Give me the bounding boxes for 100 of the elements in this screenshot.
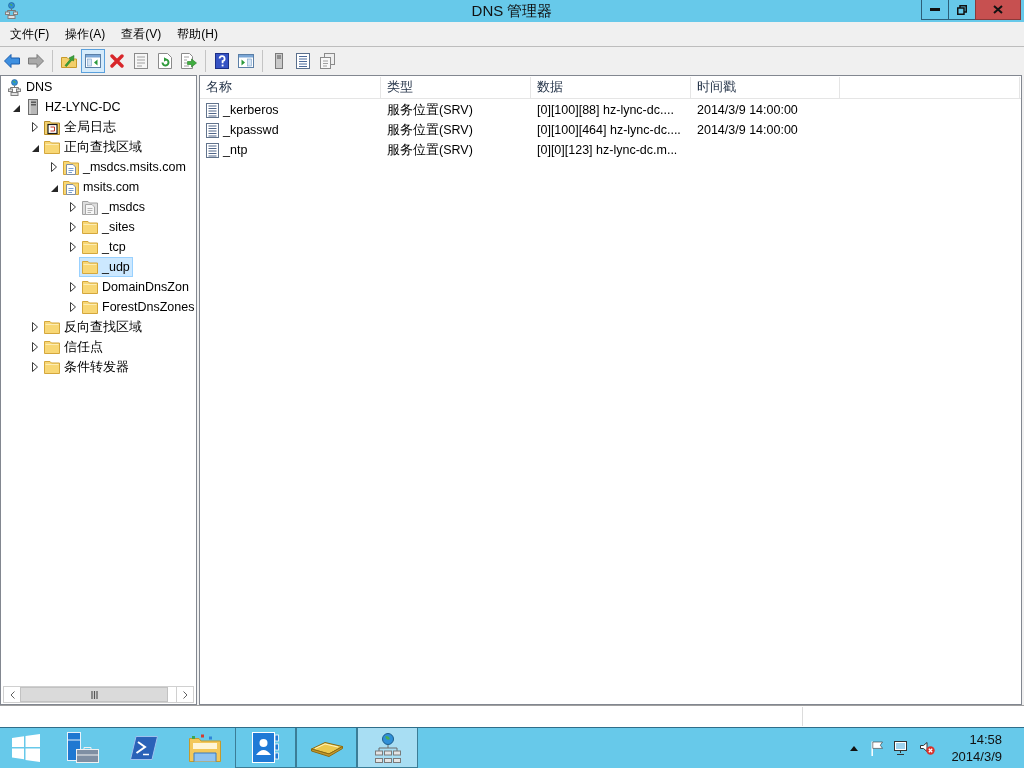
column-header[interactable]: 数据	[531, 77, 691, 98]
left-chevron-icon[interactable]	[9, 690, 15, 699]
folder-icon[interactable]	[82, 240, 98, 254]
taskbar-button[interactable]	[357, 728, 418, 768]
taskbar-button[interactable]	[235, 728, 296, 768]
network-globe-icon	[5, 2, 18, 19]
server-tower-icon[interactable]	[275, 52, 283, 69]
tree-item[interactable]: ForestDnsZones	[79, 297, 196, 317]
collapsed-triangle-icon[interactable]	[70, 202, 76, 212]
expanded-triangle-icon[interactable]	[12, 104, 20, 112]
table-cell-text: [0][0][123] hz-lync-dc.m...	[536, 143, 679, 157]
record-row[interactable]: _ntp 服务位置(SRV) [0][0][123] hz-lync-dc.m...	[200, 140, 1021, 160]
folder-icon[interactable]	[82, 300, 98, 314]
column-header[interactable]: 名称	[200, 77, 381, 98]
right-chevron-icon[interactable]	[182, 690, 188, 699]
horizontal-scrollbar[interactable]	[3, 686, 194, 703]
scroll-left-button[interactable]	[4, 687, 20, 702]
record-icon	[206, 122, 219, 138]
menu-item[interactable]: 帮助(H)	[169, 23, 226, 45]
menu-item[interactable]: 文件(F)	[2, 23, 58, 45]
folder-icon[interactable]	[188, 733, 221, 762]
scroll-right-button[interactable]	[177, 687, 193, 702]
collapsed-triangle-icon[interactable]	[51, 162, 57, 172]
tree-item[interactable]: _msdcs	[79, 197, 149, 217]
clock-time[interactable]: 14:58	[969, 731, 1002, 748]
tree-item[interactable]: _msdcs.msits.com	[60, 157, 189, 177]
expanded-triangle-icon[interactable]	[31, 144, 39, 152]
menu-item[interactable]: 操作(A)	[57, 23, 114, 45]
tree-item[interactable]: 信任点	[41, 337, 106, 357]
tree-item[interactable]: HZ-LYNC-DC	[22, 97, 124, 117]
collapsed-triangle-icon[interactable]	[32, 362, 38, 372]
folder-icon[interactable]	[44, 340, 60, 354]
tree-item[interactable]: _sites	[79, 217, 138, 237]
column-header[interactable]: 类型	[381, 77, 531, 98]
collapsed-triangle-icon[interactable]	[70, 302, 76, 312]
collapsed-triangle-icon[interactable]	[70, 242, 76, 252]
up-triangle-icon[interactable]	[850, 745, 859, 751]
tree-item[interactable]: 条件转发器	[41, 357, 132, 377]
expanded-triangle-icon[interactable]	[50, 184, 58, 192]
delete-icon[interactable]	[110, 53, 124, 68]
folder-icon[interactable]	[44, 140, 60, 154]
collapsed-triangle-icon[interactable]	[32, 342, 38, 352]
record-icon	[206, 102, 219, 118]
table-cell-text: [0][100][464] hz-lync-dc....	[536, 123, 682, 137]
close-button[interactable]	[975, 0, 1021, 20]
tree-item[interactable]: 正向查找区域	[41, 137, 145, 157]
left-panel-window-icon[interactable]	[85, 53, 101, 68]
refresh-icon[interactable]	[158, 52, 172, 69]
contact-card-icon[interactable]	[252, 732, 279, 763]
table-cell-text: 2014/3/9 14:00:00	[696, 123, 799, 137]
menu-item[interactable]: 查看(V)	[113, 23, 170, 45]
network-monitor-icon[interactable]	[894, 741, 910, 755]
record-name: _ntp	[223, 143, 248, 157]
network-globe-icon[interactable]	[374, 732, 401, 763]
minimize-button[interactable]	[921, 0, 948, 20]
record-name: _kpasswd	[223, 123, 279, 137]
lined-page-icon[interactable]	[296, 52, 310, 69]
window-title: DNS 管理器	[471, 1, 553, 21]
tree-item[interactable]: 全局日志	[41, 117, 119, 137]
collapsed-triangle-icon[interactable]	[32, 322, 38, 332]
tree-item[interactable]: 反向查找区域	[41, 317, 145, 337]
network-globe-icon[interactable]	[7, 78, 21, 96]
right-panel-window-icon[interactable]	[238, 53, 254, 68]
log-folder-icon[interactable]	[44, 119, 60, 135]
terminal-prompt-icon[interactable]	[129, 735, 158, 760]
flag-icon[interactable]	[871, 740, 884, 756]
tree-item[interactable]: _tcp	[79, 237, 129, 257]
folder-page-icon[interactable]	[63, 159, 79, 175]
restore-icon[interactable]	[957, 4, 967, 15]
server-tower-icon[interactable]	[28, 99, 38, 115]
left-arrow-icon[interactable]	[4, 53, 20, 68]
taskbar-button[interactable]	[296, 728, 357, 768]
collapsed-triangle-icon[interactable]	[32, 122, 38, 132]
clock-date[interactable]: 2014/3/9	[951, 748, 1002, 765]
folder-icon[interactable]	[44, 320, 60, 334]
grip-icon[interactable]	[90, 690, 98, 699]
scrollbar-thumb[interactable]	[20, 687, 168, 702]
folder-icon[interactable]	[44, 360, 60, 374]
help-icon[interactable]	[215, 52, 229, 69]
scrollbar-track[interactable]	[168, 687, 177, 702]
folder-page-icon[interactable]	[63, 179, 79, 195]
folder-arrow-icon[interactable]	[61, 53, 77, 68]
tree-item[interactable]: DomainDnsZon	[79, 277, 192, 297]
collapsed-triangle-icon[interactable]	[70, 282, 76, 292]
console-tree-button[interactable]	[81, 48, 105, 73]
tree-item[interactable]: DNS	[3, 77, 56, 97]
server-toolbox-icon[interactable]	[66, 732, 99, 763]
folder-icon[interactable]	[82, 280, 98, 294]
sheet-icon[interactable]	[134, 52, 148, 69]
speaker-x-icon[interactable]	[920, 741, 936, 755]
tree-item[interactable]: msits.com	[60, 177, 143, 197]
collapsed-triangle-icon[interactable]	[70, 222, 76, 232]
folder-page-icon[interactable]	[82, 199, 98, 215]
record-row[interactable]: _kerberos 服务位置(SRV) [0][100][88] hz-lync-dc.... 2014/3/9 14:00:00	[200, 100, 1021, 120]
column-header[interactable]: 时间戳	[691, 77, 840, 98]
folder-icon[interactable]	[82, 220, 98, 234]
record-icon	[206, 142, 219, 158]
tree-item[interactable]: _udp	[79, 257, 133, 277]
close-icon[interactable]	[993, 5, 1003, 14]
record-row[interactable]: _kpasswd 服务位置(SRV) [0][100][464] hz-lync-dc.... 2014/3/9 14:00:00	[200, 120, 1021, 140]
